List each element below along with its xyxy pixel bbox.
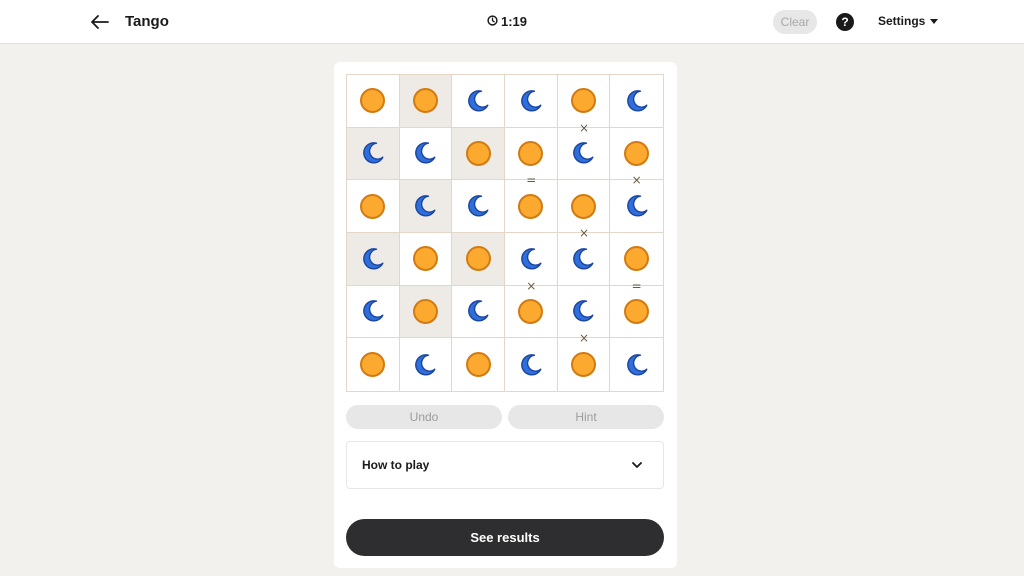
- board-cell[interactable]: [610, 180, 663, 233]
- board-cell: [399, 75, 453, 128]
- moon-icon: [570, 246, 596, 272]
- moon-icon: [412, 193, 438, 219]
- back-arrow-icon[interactable]: [88, 10, 112, 34]
- sun-icon: [360, 193, 386, 219]
- settings-label: Settings: [878, 14, 926, 28]
- moon-icon: [412, 352, 438, 378]
- board-cell[interactable]: [347, 180, 400, 233]
- sun-icon: [570, 88, 596, 114]
- board-cell[interactable]: [347, 75, 400, 128]
- board-cell[interactable]: [558, 338, 611, 391]
- board-cell[interactable]: [505, 75, 558, 128]
- board-cell[interactable]: [557, 127, 611, 181]
- settings-dropdown[interactable]: Settings: [878, 14, 939, 28]
- board-cell[interactable]: [505, 285, 558, 339]
- sun-icon: [412, 298, 438, 324]
- board-cell[interactable]: [505, 180, 558, 233]
- moon-icon: [360, 140, 386, 166]
- board-cell[interactable]: [347, 338, 400, 391]
- board-cell: [452, 127, 505, 181]
- sun-icon: [360, 352, 386, 378]
- cross-constraint-icon: ×: [578, 331, 590, 346]
- moon-icon: [360, 298, 386, 324]
- moon-icon: [465, 193, 491, 219]
- moon-icon: [518, 88, 544, 114]
- sun-icon: [518, 298, 544, 324]
- board-cell[interactable]: [610, 75, 663, 128]
- undo-button[interactable]: Undo: [346, 405, 502, 429]
- sun-icon: [360, 88, 386, 114]
- board-cell[interactable]: [505, 338, 558, 391]
- timer: 1:19: [487, 14, 527, 29]
- sun-icon: [465, 246, 491, 272]
- moon-icon: [518, 352, 544, 378]
- board-cell[interactable]: [610, 286, 663, 339]
- how-to-play-label: How to play: [362, 458, 430, 472]
- see-results-button[interactable]: See results: [346, 519, 664, 556]
- sun-icon: [624, 140, 650, 166]
- board-cell: [399, 285, 453, 339]
- game-board: × = × × × = ×: [346, 74, 664, 392]
- equal-constraint-icon: =: [526, 173, 537, 188]
- equal-constraint-icon: =: [631, 278, 642, 293]
- board-cell[interactable]: [452, 338, 505, 391]
- board-cell[interactable]: [452, 75, 505, 128]
- cross-constraint-icon: ×: [578, 120, 590, 135]
- cross-constraint-icon: ×: [578, 226, 590, 240]
- board-cell: [347, 233, 400, 286]
- clear-button[interactable]: Clear: [773, 10, 817, 34]
- cross-constraint-icon: ×: [631, 173, 642, 188]
- board-cell[interactable]: [399, 127, 453, 181]
- board-cell[interactable]: [399, 233, 453, 286]
- moon-icon: [360, 246, 386, 272]
- board-cell: [399, 180, 453, 233]
- sun-icon: [412, 246, 438, 272]
- sun-icon: [465, 140, 491, 166]
- sun-icon: [570, 193, 596, 219]
- timer-value: 1:19: [501, 14, 528, 29]
- board-cell[interactable]: [610, 338, 663, 391]
- board-cell[interactable]: [452, 285, 505, 339]
- board-cell[interactable]: [557, 233, 611, 286]
- board-cell: [452, 233, 505, 286]
- how-to-play-accordion[interactable]: How to play: [346, 441, 664, 489]
- sun-icon: [518, 193, 544, 219]
- board-cell: [347, 127, 400, 181]
- page-title: Tango: [125, 13, 169, 30]
- moon-icon: [465, 88, 491, 114]
- moon-icon: [518, 246, 544, 272]
- hint-button[interactable]: Hint: [508, 405, 664, 429]
- moon-icon: [570, 298, 596, 324]
- moon-icon: [412, 140, 438, 166]
- sun-icon: [570, 352, 596, 378]
- sun-icon: [624, 246, 650, 272]
- sun-icon: [465, 352, 491, 378]
- clock-icon: [487, 14, 498, 29]
- caret-down-icon: [930, 19, 939, 24]
- help-icon[interactable]: ?: [836, 13, 854, 31]
- sun-icon: [624, 298, 650, 324]
- moon-icon: [624, 193, 650, 219]
- moon-icon: [465, 298, 491, 324]
- top-bar: Tango 1:19 Clear ? Settings: [0, 0, 1024, 44]
- moon-icon: [624, 88, 650, 114]
- moon-icon: [624, 352, 650, 378]
- sun-icon: [518, 140, 544, 166]
- moon-icon: [570, 140, 596, 166]
- board-cell[interactable]: [452, 180, 505, 233]
- cross-constraint-icon: ×: [526, 278, 537, 293]
- sun-icon: [412, 88, 438, 114]
- board-cell[interactable]: [400, 338, 453, 391]
- chevron-down-icon: [631, 458, 643, 470]
- board-cell[interactable]: [347, 285, 400, 339]
